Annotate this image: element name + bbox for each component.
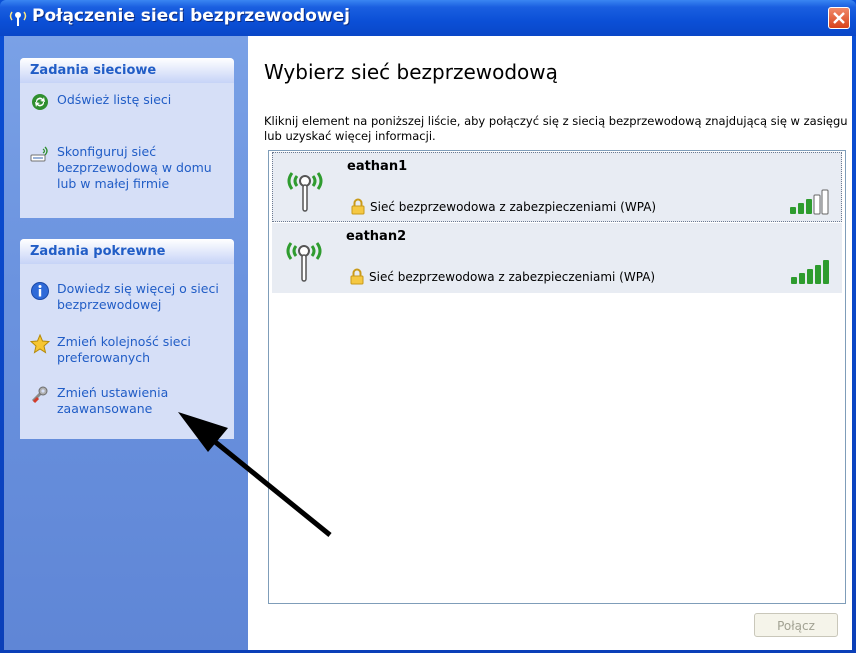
refresh-icon [32, 94, 48, 110]
network-item-eathan2[interactable]: eathan2 Sieć bezprzewodowa z zabezpiecze… [272, 223, 842, 293]
window-title: Połączenie sieci bezprzewodowej [32, 6, 350, 26]
learn-wireless-link[interactable]: Dowiedz się więcej o sieci bezprzewodowe… [30, 281, 228, 313]
instructions-text: Kliknij element na poniższej liście, aby… [264, 114, 848, 143]
network-name: eathan2 [346, 229, 407, 244]
signal-strength-icon [790, 189, 829, 215]
change-network-order-link[interactable]: Zmień kolejność sieci preferowanych [30, 334, 228, 366]
star-icon [30, 334, 50, 354]
change-network-order-label: Zmień kolejność sieci preferowanych [57, 334, 191, 365]
network-item-eathan1[interactable]: eathan1 Sieć bezprzewodowa z zabezpiecze… [272, 152, 842, 222]
signal-strength-icon [791, 260, 829, 284]
title-bar[interactable]: Połączenie sieci bezprzewodowej [0, 0, 856, 36]
client-area: Zadania sieciowe Odśwież listę sieci Sko… [4, 36, 852, 650]
settings-icon [31, 386, 48, 404]
setup-wireless-network-link[interactable]: Skonfiguruj sieć bezprzewodową w domu lu… [30, 144, 228, 192]
network-security: Sieć bezprzewodowa z zabezpieczeniami (W… [370, 200, 657, 214]
info-icon [31, 282, 49, 300]
wireless-network-icon [9, 11, 27, 26]
wireless-antenna-icon [287, 172, 323, 212]
connect-button[interactable]: Połącz [754, 613, 838, 637]
related-tasks-title[interactable]: Zadania pokrewne [20, 239, 234, 264]
refresh-network-list-label: Odśwież listę sieci [57, 92, 172, 107]
close-button[interactable] [828, 7, 850, 29]
wireless-connection-window: Połączenie sieci bezprzewodowej Zadania … [0, 0, 856, 653]
related-tasks-panel: Zadania pokrewne Dowiedz się więcej o si… [20, 239, 234, 439]
advanced-settings-link[interactable]: Zmień ustawienia zaawansowane [30, 385, 228, 417]
refresh-network-list-link[interactable]: Odśwież listę sieci [30, 92, 228, 110]
wireless-antenna-icon [286, 242, 322, 282]
close-icon [833, 12, 845, 24]
network-security: Sieć bezprzewodowa z zabezpieczeniami (W… [369, 270, 656, 284]
network-tasks-panel: Zadania sieciowe Odśwież listę sieci Sko… [20, 58, 234, 218]
network-tasks-title[interactable]: Zadania sieciowe [20, 58, 234, 83]
wireless-setup-icon [30, 146, 48, 162]
lock-icon [351, 198, 365, 215]
task-sidebar: Zadania sieciowe Odśwież listę sieci Sko… [4, 36, 248, 650]
lock-icon [350, 268, 364, 285]
page-title: Wybierz sieć bezprzewodową [264, 60, 558, 84]
network-name: eathan1 [347, 159, 408, 174]
advanced-settings-label: Zmień ustawienia zaawansowane [57, 385, 169, 416]
main-panel: Wybierz sieć bezprzewodową Kliknij eleme… [248, 36, 852, 650]
setup-wireless-network-label: Skonfiguruj sieć bezprzewodową w domu lu… [57, 144, 212, 191]
learn-wireless-label: Dowiedz się więcej o sieci bezprzewodowe… [57, 281, 219, 312]
network-list[interactable]: eathan1 Sieć bezprzewodowa z zabezpiecze… [268, 150, 846, 604]
